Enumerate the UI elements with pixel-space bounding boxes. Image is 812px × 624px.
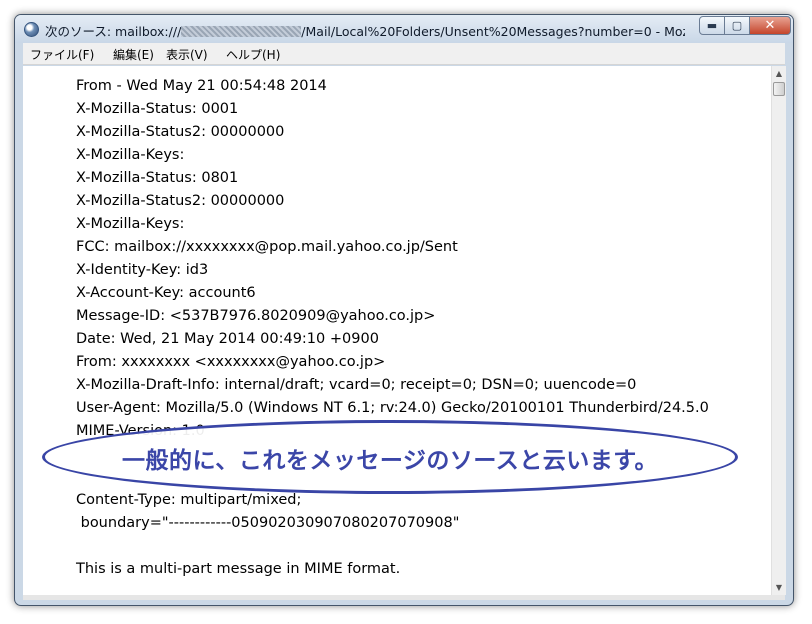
source-text: From - Wed May 21 00:54:48 2014 X-Mozilla…: [76, 75, 709, 581]
source-line: X-Mozilla-Status: 0801: [76, 170, 239, 186]
source-line: X-Mozilla-Status2: 00000000: [76, 193, 285, 209]
status-bar: [23, 595, 785, 600]
source-line: FCC: mailbox://xxxxxxxx@pop.mail.yahoo.c…: [76, 239, 458, 255]
scroll-thumb[interactable]: [773, 82, 785, 96]
source-line: X-Mozilla-Status2: 00000000: [76, 124, 285, 140]
window-title: 次のソース: mailbox:/// /Mail/Local%20Folders/…: [45, 21, 685, 40]
menu-bar: ファイル(F) 編集(E) 表示(V) ヘルプ(H): [23, 43, 785, 65]
source-line: X-Mozilla-Keys:: [76, 216, 185, 232]
view-source-window: 次のソース: mailbox:/// /Mail/Local%20Folders/…: [14, 14, 794, 606]
maximize-button[interactable]: ▢: [724, 16, 750, 35]
vertical-scrollbar[interactable]: ▲ ▼: [771, 66, 786, 595]
window-title-suffix: /Mail/Local%20Folders/Unsent%20Messages?…: [301, 24, 685, 39]
source-line: Date: Wed, 21 May 2014 00:49:10 +0900: [76, 331, 379, 347]
thunderbird-app-icon[interactable]: [24, 22, 39, 37]
source-line: X-Identity-Key: id3: [76, 262, 209, 278]
close-button[interactable]: ✕: [749, 16, 791, 35]
source-line: X-Mozilla-Status: 0001: [76, 101, 239, 117]
title-bar[interactable]: 次のソース: mailbox:/// /Mail/Local%20Folders/…: [15, 15, 793, 43]
annotation-text: 一般的に、これをメッセージのソースと云います。: [122, 448, 658, 474]
window-title-prefix: 次のソース: mailbox:///: [45, 24, 182, 39]
source-line: Message-ID: <537B7976.8020909@yahoo.co.j…: [76, 308, 436, 324]
menu-view[interactable]: 表示(V): [166, 46, 208, 63]
scroll-down-arrow-icon[interactable]: ▼: [772, 580, 786, 595]
minimize-button[interactable]: ▬: [699, 16, 725, 35]
menu-edit[interactable]: 編集(E): [113, 46, 154, 63]
source-line: X-Mozilla-Draft-Info: internal/draft; vc…: [76, 377, 637, 393]
source-line: User-Agent: Mozilla/5.0 (Windows NT 6.1;…: [76, 400, 709, 416]
message-source-view[interactable]: From - Wed May 21 00:54:48 2014 X-Mozilla…: [23, 66, 771, 595]
annotation-callout: 一般的に、これをメッセージのソースと云います。: [42, 420, 738, 494]
source-line: X-Mozilla-Keys:: [76, 147, 185, 163]
redacted-title-segment: [181, 26, 302, 37]
menu-file[interactable]: ファイル(F): [30, 46, 94, 63]
source-line: This is a multi-part message in MIME for…: [76, 561, 401, 577]
scroll-up-arrow-icon[interactable]: ▲: [772, 66, 786, 81]
menu-help[interactable]: ヘルプ(H): [226, 46, 280, 63]
source-line: boundary="------------050902030907080207…: [76, 515, 460, 531]
source-line: From: xxxxxxxx <xxxxxxxx@yahoo.co.jp>: [76, 354, 386, 370]
source-line: X-Account-Key: account6: [76, 285, 256, 301]
source-line: [76, 535, 709, 558]
source-line: From - Wed May 21 00:54:48 2014: [76, 78, 327, 94]
